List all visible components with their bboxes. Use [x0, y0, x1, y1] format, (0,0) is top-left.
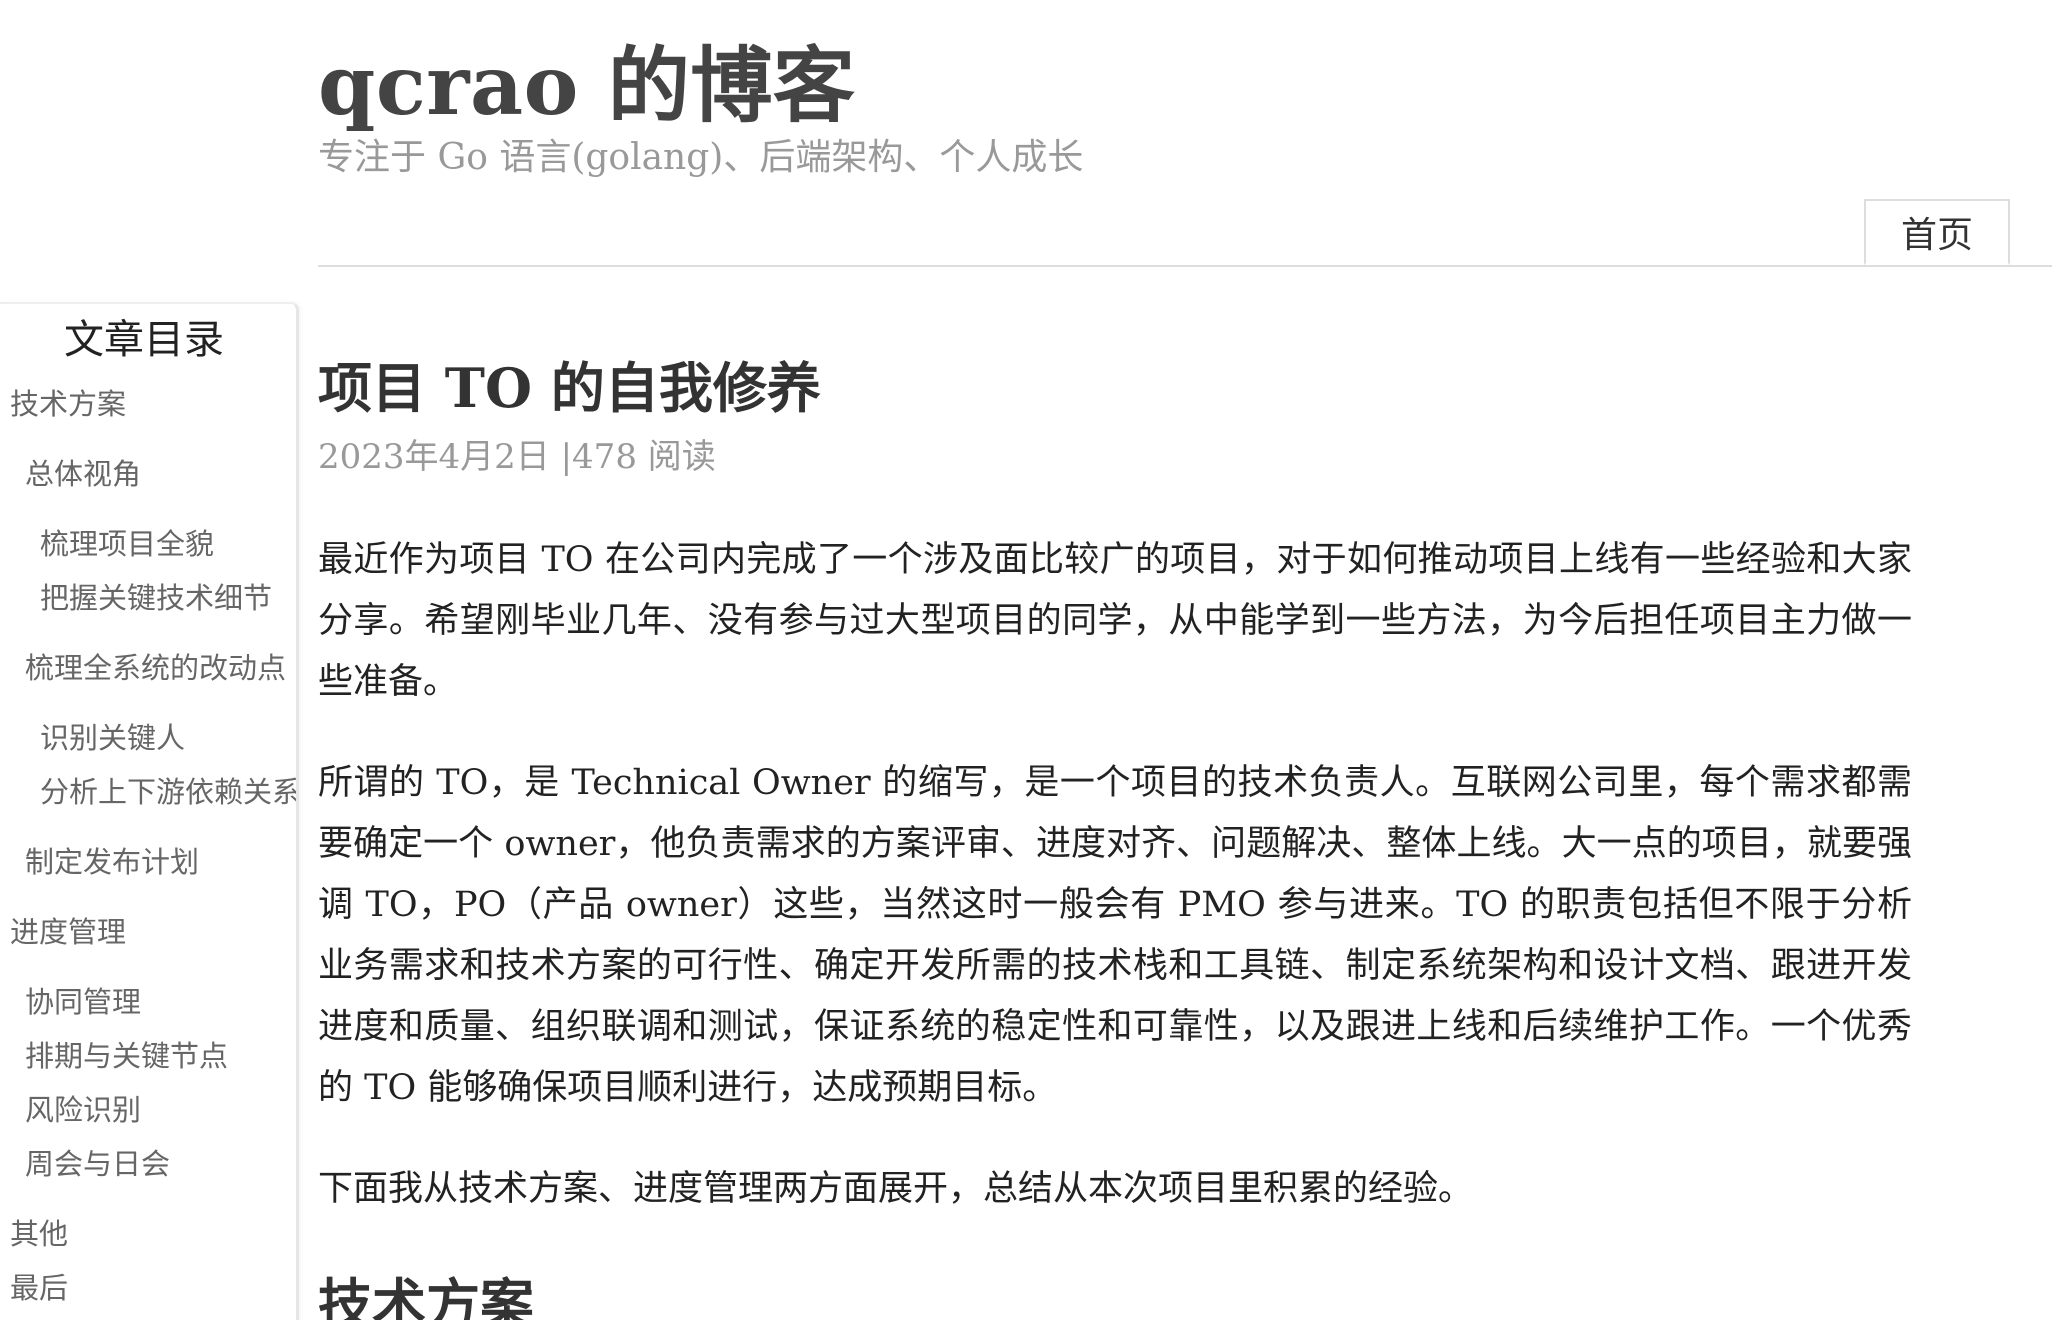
toc-item-progress-management[interactable]: 进度管理 — [10, 912, 126, 952]
article-body: 最近作为项目 TO 在公司内完成了一个涉及面比较广的项目，对于如何推动项目上线有… — [318, 530, 1912, 1260]
article-paragraph-outline: 下面我从技术方案、进度管理两方面展开，总结从本次项目里积累的经验。 — [318, 1169, 1474, 1209]
site-title[interactable]: qcrao 的博客 — [318, 36, 855, 136]
article-paragraph-intro: 最近作为项目 TO 在公司内完成了一个涉及面比较广的项目，对于如何推动项目上线有… — [318, 540, 1912, 702]
article-paragraph-definition: 所谓的 TO，是 Technical Owner 的缩写，是一个项目的技术负责人… — [318, 763, 1912, 1108]
site-subtitle: 专注于 Go 语言(golang)、后端架构、个人成长 — [318, 137, 1084, 178]
toc-item-dependencies[interactable]: 分析上下游依赖关系 — [40, 772, 296, 812]
toc-item-risk-identification[interactable]: 风险识别 — [25, 1090, 141, 1130]
table-of-contents: 文章目录 技术方案 总体视角 梳理项目全貌 把握关键技术细节 梳理全系统的改动点… — [0, 302, 299, 1320]
article-title: 项目 TO 的自我修养 — [318, 356, 821, 420]
toc-item-key-tech-details[interactable]: 把握关键技术细节 — [40, 578, 272, 618]
toc-item-tech-plan[interactable]: 技术方案 — [10, 384, 126, 424]
toc-item-schedule-milestones[interactable]: 排期与关键节点 — [25, 1036, 228, 1076]
toc-item-finally[interactable]: 最后 — [10, 1268, 68, 1308]
section-heading: 技术方案 — [318, 1272, 534, 1320]
toc-item-project-overview[interactable]: 梳理项目全貌 — [40, 524, 214, 564]
toc-item-system-changes[interactable]: 梳理全系统的改动点 — [25, 648, 286, 688]
toc-title: 文章目录 — [64, 317, 224, 363]
nav-divider — [318, 265, 2052, 267]
toc-item-release-plan[interactable]: 制定发布计划 — [25, 842, 199, 882]
toc-item-meetings[interactable]: 周会与日会 — [25, 1144, 170, 1184]
toc-item-overall-view[interactable]: 总体视角 — [25, 454, 141, 494]
toc-item-key-people[interactable]: 识别关键人 — [40, 718, 185, 758]
blog-page: qcrao 的博客 专注于 Go 语言(golang)、后端架构、个人成长 首页… — [0, 0, 2052, 1320]
toc-item-collaboration[interactable]: 协同管理 — [25, 982, 141, 1022]
nav-tab-home[interactable]: 首页 — [1864, 199, 2010, 265]
article-meta: 2023年4月2日 |478 阅读 — [318, 437, 716, 477]
toc-item-others[interactable]: 其他 — [10, 1214, 68, 1254]
